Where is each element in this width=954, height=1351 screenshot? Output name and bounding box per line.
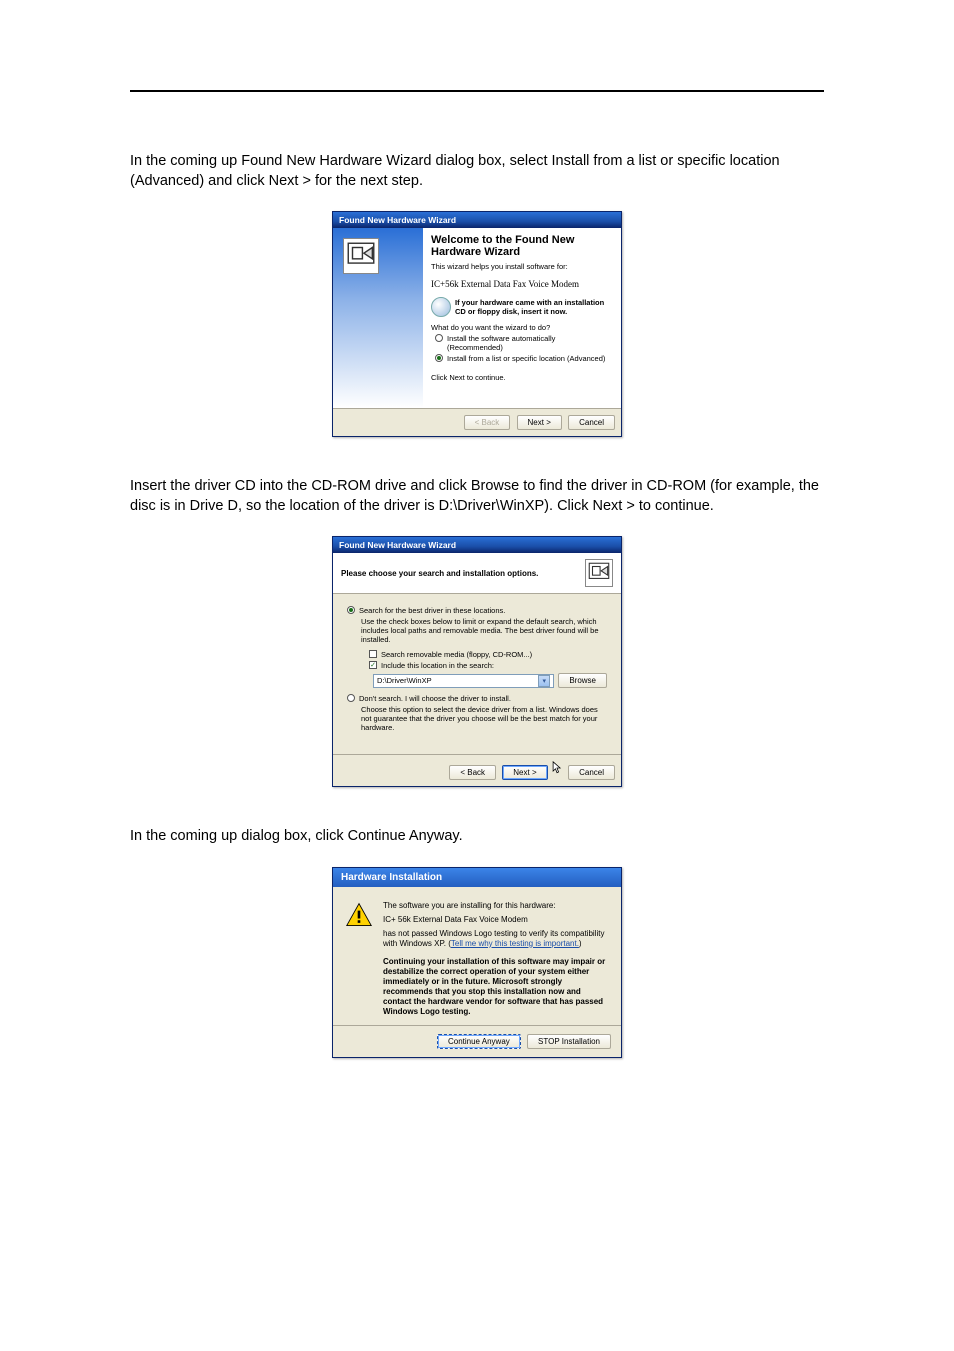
tell-me-why-link[interactable]: Tell me why this testing is important. (451, 939, 579, 948)
dialog-button-row: < Back Next > Cancel (333, 408, 621, 436)
dialog-titlebar[interactable]: Found New Hardware Wizard (333, 212, 621, 228)
radio-label: Don't search. I will choose the driver t… (359, 694, 511, 703)
mid-paragraph-1: Insert the driver CD into the CD-ROM dri… (130, 477, 824, 516)
device-name: IC+56k External Data Fax Voice Modem (431, 279, 613, 289)
checkbox-label: Search removable media (floppy, CD-ROM..… (381, 650, 532, 659)
radio-label: Search for the best driver in these loca… (359, 606, 505, 615)
click-next-text: Click Next to continue. (431, 373, 613, 382)
radio-icon (347, 694, 355, 702)
check-include-location[interactable]: ✓ Include this location in the search: (369, 661, 607, 670)
radio-icon (435, 354, 443, 362)
radio-icon (347, 606, 355, 614)
radio-icon (435, 334, 443, 342)
wizard-side-icon (343, 238, 379, 274)
browse-button[interactable]: Browse (558, 673, 607, 688)
dialog-text: The software you are installing for this… (383, 901, 609, 1017)
mid-paragraph-2: In the coming up dialog box, click Conti… (130, 827, 824, 847)
warning-bold: Continuing your installation of this sof… (383, 957, 609, 1017)
cancel-button[interactable]: Cancel (568, 765, 615, 780)
dialog-header: Please choose your search and installati… (333, 553, 621, 594)
wizard-main-panel: Welcome to the Found New Hardware Wizard… (423, 228, 621, 408)
cd-icon (431, 297, 451, 317)
dialog-titlebar[interactable]: Found New Hardware Wizard (333, 537, 621, 553)
dialog-body: Welcome to the Found New Hardware Wizard… (333, 228, 621, 408)
stop-installation-button[interactable]: STOP Installation (527, 1034, 611, 1049)
line-1: The software you are installing for this… (383, 901, 609, 911)
logo-test-line: has not passed Windows Logo testing to v… (383, 929, 609, 949)
found-new-hardware-wizard-2: Found New Hardware Wizard Please choose … (332, 536, 622, 787)
wizard-question: What do you want the wizard to do? (431, 323, 613, 332)
dialog-button-row: Continue Anyway STOP Installation (333, 1025, 621, 1057)
wizard-heading: Welcome to the Found New Hardware Wizard (431, 234, 613, 258)
checkbox-icon: ✓ (369, 661, 377, 669)
warning-icon (345, 901, 373, 929)
back-button: < Back (464, 415, 511, 430)
path-row: D:\Driver\WinXP ▾ Browse (373, 673, 607, 688)
cd-tip-text: If your hardware came with an installati… (455, 298, 613, 316)
radio-dont-search[interactable]: Don't search. I will choose the driver t… (347, 694, 607, 703)
dialog-body: The software you are installing for this… (333, 887, 621, 1025)
wizard-header-icon (585, 559, 613, 587)
cancel-button[interactable]: Cancel (568, 415, 615, 430)
figure-2: Found New Hardware Wizard Please choose … (130, 536, 824, 787)
next-button[interactable]: Next > (517, 415, 562, 430)
path-value: D:\Driver\WinXP (377, 676, 432, 685)
document-page: In the coming up Found New Hardware Wiza… (0, 0, 954, 1351)
logo-test-text-b: ) (579, 939, 582, 948)
next-button[interactable]: Next > (502, 765, 547, 780)
chevron-down-icon[interactable]: ▾ (538, 675, 550, 687)
continue-anyway-button[interactable]: Continue Anyway (437, 1034, 521, 1049)
dialog-body: Search for the best driver in these loca… (333, 594, 621, 754)
dont-search-tip: Choose this option to select the device … (361, 705, 607, 732)
dialog-titlebar[interactable]: Hardware Installation (333, 868, 621, 887)
radio-auto[interactable]: Install the software automatically (Reco… (435, 334, 613, 352)
checkbox-label: Include this location in the search: (381, 661, 494, 670)
wizard-side-panel (333, 228, 423, 408)
check-removable[interactable]: Search removable media (floppy, CD-ROM..… (369, 650, 607, 659)
figure-3: Hardware Installation The software you a… (130, 867, 824, 1058)
hardware-installation-dialog: Hardware Installation The software you a… (332, 867, 622, 1058)
path-input[interactable]: D:\Driver\WinXP ▾ (373, 674, 554, 688)
radio-label: Install the software automatically (Reco… (447, 334, 613, 352)
dialog-button-row: < Back Next > Cancel (333, 754, 621, 786)
intro-paragraph: In the coming up Found New Hardware Wiza… (130, 152, 824, 191)
radio-label: Install from a list or specific location… (447, 354, 605, 363)
checkbox-icon (369, 650, 377, 658)
wizard-subtext: This wizard helps you install software f… (431, 262, 613, 271)
radio-search[interactable]: Search for the best driver in these loca… (347, 606, 607, 615)
figure-1: Found New Hardware Wizard Welcome to the… (130, 211, 824, 437)
device-name: IC+ 56k External Data Fax Voice Modem (383, 915, 609, 925)
search-tip: Use the check boxes below to limit or ex… (361, 617, 607, 644)
radio-advanced[interactable]: Install from a list or specific location… (435, 354, 613, 363)
cd-tip-row: If your hardware came with an installati… (431, 297, 613, 317)
back-button[interactable]: < Back (449, 765, 496, 780)
found-new-hardware-wizard-1: Found New Hardware Wizard Welcome to the… (332, 211, 622, 437)
dialog-heading: Please choose your search and installati… (341, 569, 538, 578)
mouse-cursor-icon (552, 761, 562, 775)
header-divider (130, 90, 824, 92)
